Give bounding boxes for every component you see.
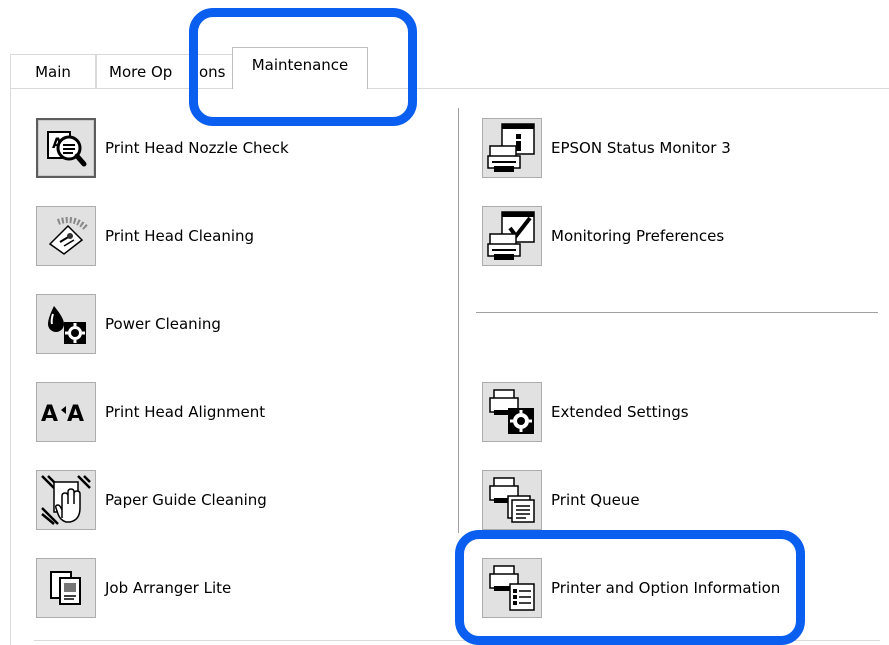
svg-text:A: A [41, 402, 58, 427]
nozzle-check-label: Print Head Nozzle Check [105, 139, 289, 157]
head-cleaning-icon [36, 206, 96, 266]
extended-settings-button[interactable]: Extended Settings [482, 380, 689, 444]
head-alignment-icon: A A [36, 382, 96, 442]
status-monitor-icon [482, 118, 542, 178]
paper-guide-cleaning-icon [36, 470, 96, 530]
job-arranger-button[interactable]: Job Arranger Lite [36, 556, 231, 620]
power-cleaning-label: Power Cleaning [105, 315, 221, 333]
print-queue-button[interactable]: Print Queue [482, 468, 640, 532]
paper-guide-cleaning-label: Paper Guide Cleaning [105, 491, 267, 509]
column-separator [458, 108, 459, 533]
job-arranger-label: Job Arranger Lite [105, 579, 232, 597]
right-group-separator [476, 312, 878, 313]
tab-more-options-label: More Op [109, 63, 173, 81]
paper-guide-cleaning-button[interactable]: Paper Guide Cleaning [36, 468, 267, 532]
tab-main[interactable]: Main [10, 54, 96, 88]
head-alignment-button[interactable]: A A Print Head Alignment [36, 380, 265, 444]
monitoring-preferences-label: Monitoring Preferences [551, 227, 725, 245]
head-alignment-label: Print Head Alignment [105, 403, 266, 421]
job-arranger-icon [36, 558, 96, 618]
tab-strip-baseline [10, 88, 889, 89]
status-monitor-label: EPSON Status Monitor 3 [551, 139, 731, 157]
power-cleaning-icon [36, 294, 96, 354]
extended-settings-icon [482, 382, 542, 442]
tab-main-label: Main [35, 63, 71, 81]
highlight-printer-information [455, 530, 805, 645]
svg-text:A: A [67, 402, 84, 427]
head-cleaning-button[interactable]: Print Head Cleaning [36, 204, 254, 268]
power-cleaning-button[interactable]: Power Cleaning [36, 292, 221, 356]
head-cleaning-label: Print Head Cleaning [105, 227, 255, 245]
status-monitor-button[interactable]: EPSON Status Monitor 3 [482, 116, 731, 180]
nozzle-check-icon: A [36, 118, 96, 178]
print-queue-label: Print Queue [551, 491, 640, 509]
tab-panel-border [10, 88, 11, 645]
print-queue-icon [482, 470, 542, 530]
extended-settings-label: Extended Settings [551, 403, 689, 421]
monitoring-preferences-icon [482, 206, 542, 266]
highlight-maintenance-tab [189, 8, 417, 126]
monitoring-preferences-button[interactable]: Monitoring Preferences [482, 204, 724, 268]
